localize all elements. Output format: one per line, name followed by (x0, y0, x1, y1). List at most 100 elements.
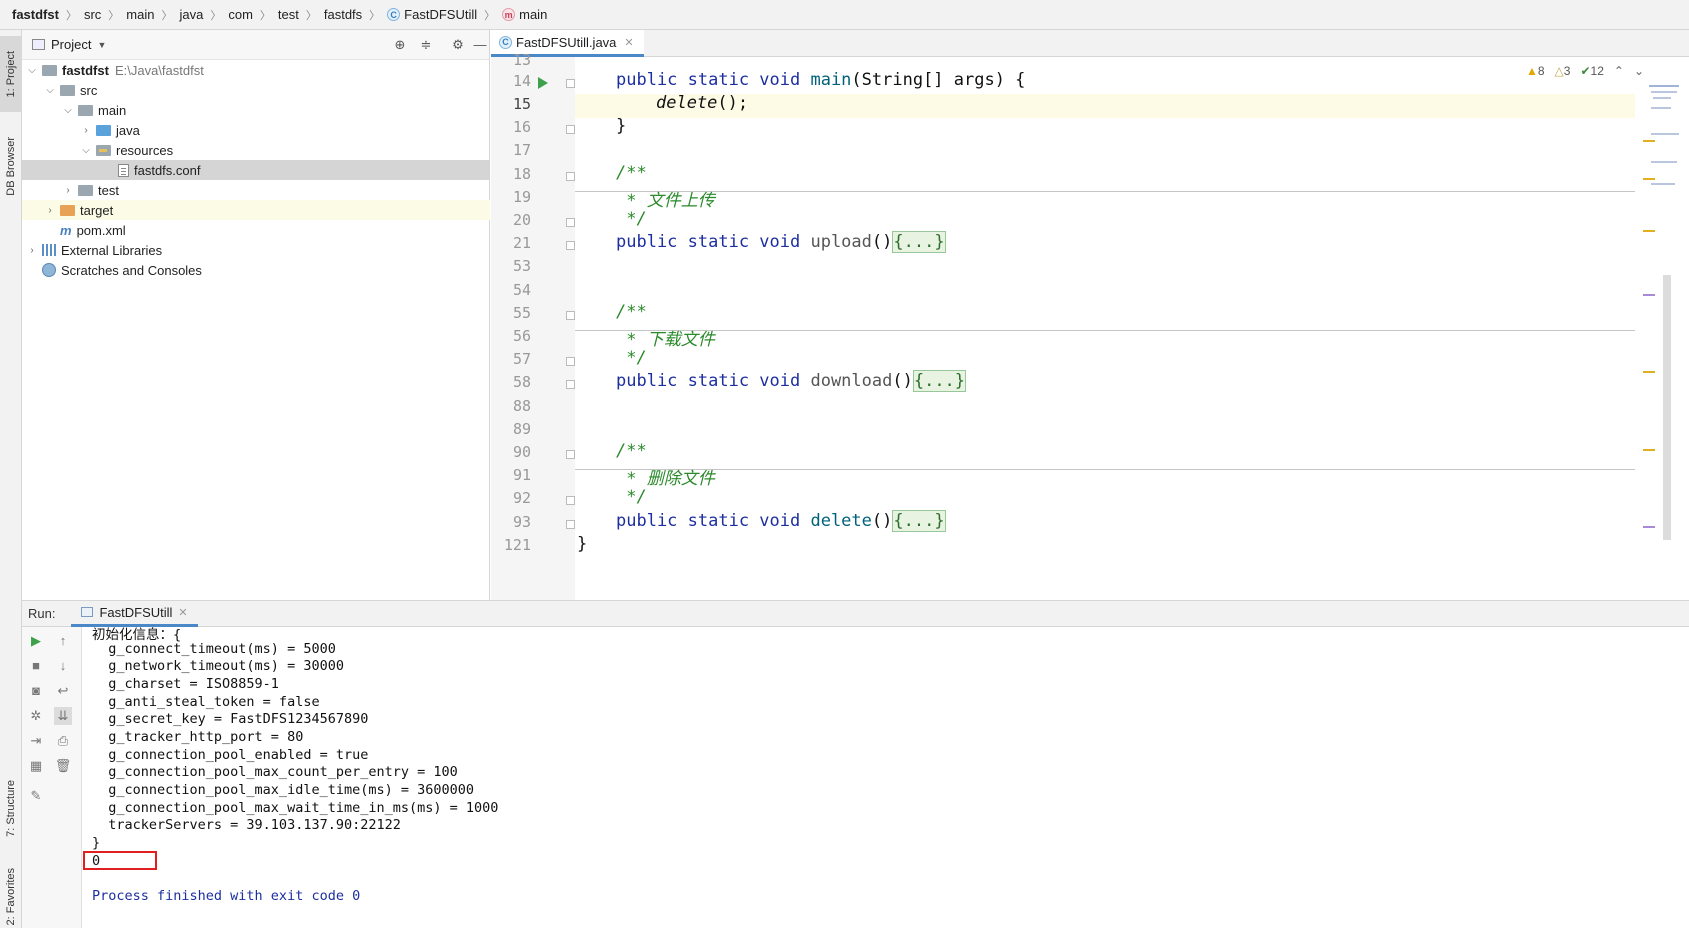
chevron-down-icon[interactable]: ⌵ (26, 65, 38, 76)
tab-project-label: 1: Project (5, 50, 17, 98)
pin-icon[interactable]: ✎ (27, 787, 45, 805)
chevron-right-icon[interactable]: › (44, 205, 56, 216)
tab-project[interactable]: 1: Project (0, 36, 22, 112)
gear-icon[interactable]: ⚙ (450, 37, 466, 53)
warning-marker[interactable] (1643, 140, 1655, 142)
line-number: 18 (512, 165, 531, 183)
locate-icon[interactable]: ⊕ (392, 37, 408, 53)
chevron-down-icon[interactable]: ⌵ (80, 145, 92, 156)
tree-item-resources[interactable]: ⌵ resources (22, 140, 490, 160)
arrow-up-icon[interactable]: ↑ (54, 632, 72, 650)
breadcrumb-label: fastdfs (323, 7, 363, 22)
print-icon[interactable]: ⎙ (54, 732, 72, 750)
expand-icon[interactable] (566, 520, 575, 529)
run-tab-label: FastDFSUtill (99, 604, 173, 620)
tree-item-main[interactable]: ⌵ main (22, 100, 490, 120)
expand-icon[interactable] (566, 241, 575, 250)
tree-item-target[interactable]: › target (22, 200, 490, 220)
editor-tab-label: FastDFSUtill.java (516, 34, 617, 50)
tree-item-external-libraries[interactable]: › External Libraries (22, 240, 490, 260)
chevron-right-icon: 〉 (161, 9, 173, 22)
tab-db-browser[interactable]: DB Browser (0, 122, 22, 210)
close-icon[interactable]: ✕ (178, 606, 187, 619)
resources-folder-icon (96, 144, 111, 156)
tree-item-java[interactable]: › java (22, 120, 490, 140)
rerun-icon[interactable]: ▶ (27, 632, 45, 650)
chevron-right-icon[interactable]: › (80, 125, 92, 136)
line-number: 89 (512, 420, 531, 438)
chevron-down-icon[interactable]: ⌵ (44, 85, 56, 96)
chevron-right-icon[interactable]: › (62, 185, 74, 196)
breadcrumb-label: main (519, 7, 548, 22)
line-number: 21 (512, 234, 531, 252)
warning-marker[interactable] (1643, 178, 1655, 180)
warning-marker[interactable] (1643, 230, 1655, 232)
camera-icon[interactable]: ◙ (27, 682, 45, 700)
project-panel-title[interactable]: Project (51, 37, 91, 52)
fold-icon[interactable] (566, 450, 575, 459)
breadcrumb-test[interactable]: test 〉 (278, 7, 324, 23)
chevron-down-icon[interactable]: ▼ (97, 40, 106, 50)
code-editor: C FastDFSUtill.java ✕ ▲8 △3 ✔12 ⌃ ⌄ 13 1… (491, 30, 1689, 600)
collapse-all-icon[interactable]: ≑ (418, 37, 434, 53)
code-line-93: public static void delete(){...} (616, 510, 946, 532)
arrow-down-icon[interactable]: ↓ (54, 657, 72, 675)
console-line: } (92, 835, 101, 851)
fold-icon[interactable] (566, 357, 575, 366)
soft-wrap-icon[interactable]: ↩ (54, 682, 72, 700)
info-marker[interactable] (1643, 294, 1655, 296)
scroll-to-end-icon[interactable]: ⇊ (54, 707, 72, 725)
fold-icon[interactable] (566, 218, 575, 227)
tree-item-fastdfst[interactable]: ⌵ fastdfst E:\Java\fastdfst (22, 60, 490, 80)
breadcrumb-label: com (228, 7, 253, 22)
console-line: g_connection_pool_enabled = true (92, 747, 369, 763)
chevron-right-icon[interactable]: › (26, 245, 38, 256)
breadcrumb-method[interactable]: m main (502, 7, 547, 22)
chevron-down-icon[interactable]: ⌵ (62, 105, 74, 116)
breadcrumb-main[interactable]: main 〉 (126, 7, 179, 23)
minimize-icon[interactable]: — (472, 37, 488, 53)
code-method-name: download (810, 371, 893, 391)
tab-favorites[interactable]: 2: Favorites (0, 866, 22, 928)
code-area[interactable]: public static void main(String[] args) {… (575, 57, 1689, 600)
console-line: g_connection_pool_max_idle_time(ms) = 36… (92, 782, 475, 798)
tree-item-src[interactable]: ⌵ src (22, 80, 490, 100)
run-gutter-icon[interactable] (538, 77, 548, 89)
line-number: 92 (512, 489, 531, 507)
tree-item-test[interactable]: › test (22, 180, 490, 200)
warning-marker[interactable] (1643, 371, 1655, 373)
tree-item-label: pom.xml (76, 222, 126, 238)
code-parens: () (892, 371, 913, 391)
editor-scrollbar[interactable] (1663, 275, 1671, 540)
info-marker[interactable] (1643, 526, 1655, 528)
fold-icon[interactable] (566, 496, 575, 505)
fold-icon[interactable] (566, 125, 575, 134)
line-number: 56 (512, 327, 531, 345)
tree-item-pom[interactable]: m pom.xml (22, 220, 490, 240)
folded-code-block[interactable]: {...} (892, 510, 946, 532)
trash-icon[interactable]: 🗑 (54, 757, 72, 775)
fold-icon[interactable] (566, 311, 575, 320)
breadcrumb-project[interactable]: fastdfst 〉 (12, 7, 84, 23)
fold-icon[interactable] (566, 79, 575, 88)
breadcrumb-java[interactable]: java 〉 (179, 7, 228, 23)
expand-icon[interactable] (566, 380, 575, 389)
console-output[interactable]: 初始化信息：{ g_connect_timeout(ms) = 5000 g_n… (83, 627, 1689, 928)
tab-structure[interactable]: 7: Structure (0, 765, 22, 851)
close-icon[interactable]: ✕ (624, 36, 633, 49)
breadcrumb-class[interactable]: C FastDFSUtill 〉 (387, 7, 502, 23)
exit-icon[interactable]: ⇥ (27, 732, 45, 750)
tree-item-scratches[interactable]: Scratches and Consoles (22, 260, 490, 280)
fold-icon[interactable] (566, 172, 575, 181)
breadcrumb-com[interactable]: com 〉 (228, 7, 278, 23)
debug-icon[interactable]: ✲ (27, 707, 45, 725)
breadcrumb-fastdfs[interactable]: fastdfs 〉 (324, 7, 387, 23)
folded-code-block[interactable]: {...} (892, 231, 946, 253)
stop-icon[interactable]: ■ (27, 657, 45, 675)
breadcrumb-src[interactable]: src 〉 (84, 7, 126, 23)
tree-item-fastdfs-conf[interactable]: fastdfs.conf (22, 160, 490, 180)
warning-marker[interactable] (1643, 449, 1655, 451)
layout-icon[interactable]: ▦ (27, 757, 45, 775)
code-line-19: * 文件上传 (616, 191, 715, 211)
folded-code-block[interactable]: {...} (912, 370, 967, 392)
